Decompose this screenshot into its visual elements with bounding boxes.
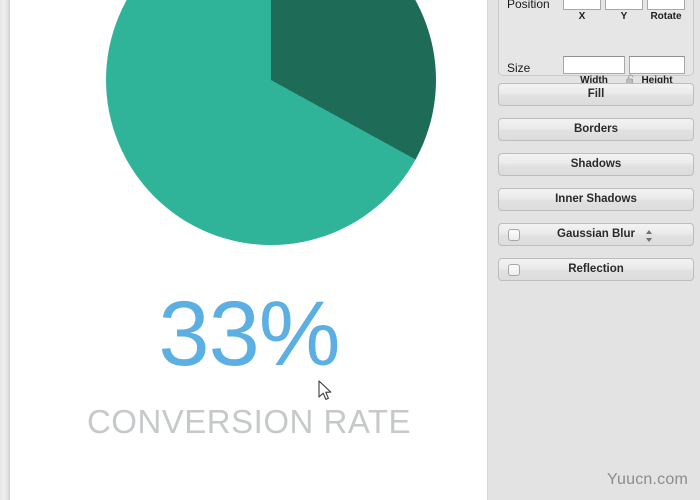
position-y-input[interactable] <box>605 0 643 10</box>
watermark: Yuucn.com <box>607 471 688 488</box>
inner-shadows-button-label: Inner Shadows <box>555 193 637 205</box>
size-row: Size Width Height <box>499 21 693 86</box>
inner-shadows-button[interactable]: Inner Shadows <box>498 188 694 211</box>
borders-button-label: Borders <box>573 123 619 135</box>
shadows-button-label: Shadows <box>570 158 622 170</box>
position-rotate-input[interactable] <box>647 0 685 10</box>
stat-label[interactable]: CONVERSION RATE <box>10 403 488 441</box>
inspector-panel: Position X Y Rotate Size Width Height Fi… <box>495 0 700 500</box>
size-label: Size <box>507 61 531 75</box>
size-height-input[interactable] <box>629 56 685 74</box>
app-window: 33% CONVERSION RATE Position X Y Rotate … <box>0 0 700 500</box>
position-row: Position X Y Rotate <box>499 0 693 22</box>
pie-chart[interactable] <box>106 0 436 245</box>
borders-button[interactable]: Borders <box>498 118 694 141</box>
position-label: Position <box>507 0 550 11</box>
pie-chart-shape[interactable] <box>106 0 436 245</box>
design-canvas[interactable]: 33% CONVERSION RATE <box>10 0 488 500</box>
stat-block: 33% CONVERSION RATE <box>10 288 488 441</box>
shadows-button[interactable]: Shadows <box>498 153 694 176</box>
gaussian-blur-stepper[interactable] <box>645 229 653 243</box>
gaussian-blur-button-label: Gaussian Blur <box>557 228 635 240</box>
canvas-panel-gap <box>488 0 495 500</box>
reflection-button[interactable]: Reflection <box>498 258 694 281</box>
fill-button-label: Fill <box>587 88 605 100</box>
geometry-group: Position X Y Rotate Size Width Height <box>498 0 694 86</box>
gaussian-blur-button[interactable]: Gaussian Blur <box>498 223 694 246</box>
reflection-button-label: Reflection <box>568 263 624 275</box>
size-width-input[interactable] <box>563 56 625 74</box>
position-x-input[interactable] <box>563 0 601 10</box>
fill-button[interactable]: Fill <box>498 83 694 106</box>
stat-value[interactable]: 33% <box>10 288 488 380</box>
